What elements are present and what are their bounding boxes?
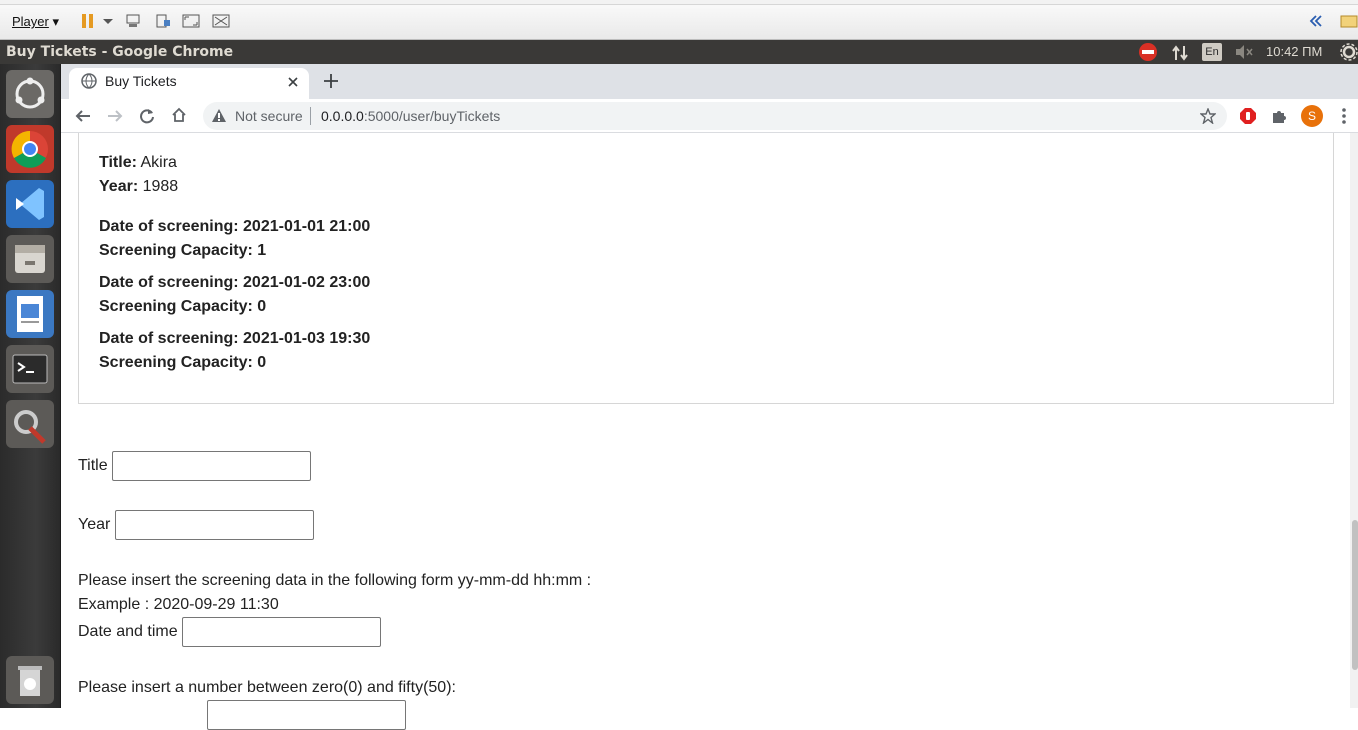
ticket-number-prompt: Please insert a number between zero(0) a… bbox=[78, 679, 456, 696]
url-path: :5000/user/buyTickets bbox=[363, 108, 501, 124]
url-host: 0.0.0.0 bbox=[321, 108, 364, 124]
movie-title: Title: Akira bbox=[99, 154, 177, 172]
page-scrollbar-thumb[interactable] bbox=[1352, 520, 1358, 670]
movie-year: Year: 1988 bbox=[99, 178, 178, 196]
screening-example: Example : 2020-09-29 11:30 bbox=[78, 596, 279, 613]
system-settings-launcher-icon[interactable] bbox=[6, 400, 54, 448]
forward-arrow-icon[interactable] bbox=[107, 108, 123, 129]
tab-title: Buy Tickets bbox=[105, 73, 177, 89]
title-field-label: Title bbox=[78, 457, 108, 474]
chrome-menu-icon[interactable] bbox=[1340, 107, 1348, 130]
adblock-extension-icon[interactable] bbox=[1239, 107, 1257, 130]
unity-mode-icon[interactable] bbox=[212, 14, 230, 28]
new-tab-icon[interactable] bbox=[323, 73, 339, 94]
fullscreen-icon[interactable] bbox=[182, 14, 200, 28]
player-menu-label: Player bbox=[12, 14, 49, 29]
collapse-toolbar-icon[interactable] bbox=[1309, 14, 1325, 28]
pause-dropdown-icon[interactable] bbox=[102, 14, 118, 28]
terminal-launcher-icon[interactable] bbox=[6, 345, 54, 393]
globe-icon bbox=[81, 73, 97, 94]
screening-instructions: Please insert the screening data in the … bbox=[78, 572, 592, 589]
trash-launcher-icon[interactable] bbox=[6, 656, 54, 704]
back-arrow-icon[interactable] bbox=[75, 108, 91, 129]
removable-devices-icon[interactable] bbox=[155, 14, 171, 28]
vm-library-icon[interactable] bbox=[1340, 14, 1358, 28]
screening-capacity: Screening Capacity: 1 bbox=[99, 242, 267, 259]
ubuntu-dash-icon[interactable] bbox=[6, 70, 54, 118]
chrome-launcher-icon[interactable] bbox=[6, 125, 54, 173]
player-menu[interactable]: Player ▾ bbox=[12, 14, 59, 30]
movie-title-label: Title: bbox=[99, 154, 137, 171]
movie-year-value: 1988 bbox=[142, 178, 179, 195]
datetime-field-label: Date and time bbox=[78, 623, 178, 640]
url-text[interactable]: 0.0.0.0:5000/user/buyTickets bbox=[321, 108, 500, 124]
home-icon[interactable] bbox=[171, 107, 187, 128]
vm-title-strip bbox=[0, 0, 1358, 5]
screening-date: Date of screening: 2021-01-01 21:00 bbox=[99, 218, 371, 235]
system-settings-gear-icon[interactable] bbox=[1340, 43, 1358, 66]
screening-capacity: Screening Capacity: 0 bbox=[99, 354, 267, 371]
screening-capacity: Screening Capacity: 0 bbox=[99, 298, 267, 315]
movie-title-value: Akira bbox=[140, 154, 177, 171]
extensions-puzzle-icon[interactable] bbox=[1271, 108, 1287, 129]
reload-icon[interactable] bbox=[139, 108, 155, 129]
keyboard-layout-indicator[interactable]: En bbox=[1202, 43, 1222, 61]
screening-date: Date of screening: 2021-01-02 23:00 bbox=[99, 274, 371, 291]
ticket-number-input[interactable] bbox=[207, 700, 406, 730]
tab-close-icon[interactable] bbox=[287, 75, 299, 93]
profile-avatar[interactable]: S bbox=[1301, 105, 1323, 127]
movie-card bbox=[78, 133, 1334, 404]
bookmark-star-icon[interactable] bbox=[1199, 107, 1217, 129]
clock[interactable]: 10:42 ПМ bbox=[1266, 44, 1322, 59]
libreoffice-impress-icon[interactable] bbox=[6, 290, 54, 338]
pause-icon[interactable] bbox=[80, 14, 96, 28]
datetime-input[interactable] bbox=[182, 617, 381, 647]
files-launcher-icon[interactable] bbox=[6, 235, 54, 283]
window-title: Buy Tickets - Google Chrome bbox=[6, 44, 234, 60]
movie-year-label: Year: bbox=[99, 178, 139, 195]
title-input[interactable] bbox=[112, 451, 311, 481]
vm-toolbar bbox=[0, 0, 1358, 40]
security-status-label[interactable]: Not secure bbox=[235, 108, 303, 124]
send-ctrl-alt-del-icon[interactable] bbox=[125, 14, 141, 28]
vscode-launcher-icon[interactable] bbox=[6, 180, 54, 228]
warning-icon[interactable] bbox=[211, 108, 227, 129]
omnibox-divider bbox=[310, 107, 311, 125]
year-input[interactable] bbox=[115, 510, 314, 540]
year-field-label: Year bbox=[78, 516, 111, 533]
volume-muted-icon[interactable] bbox=[1234, 44, 1254, 65]
screening-date: Date of screening: 2021-01-03 19:30 bbox=[99, 330, 371, 347]
